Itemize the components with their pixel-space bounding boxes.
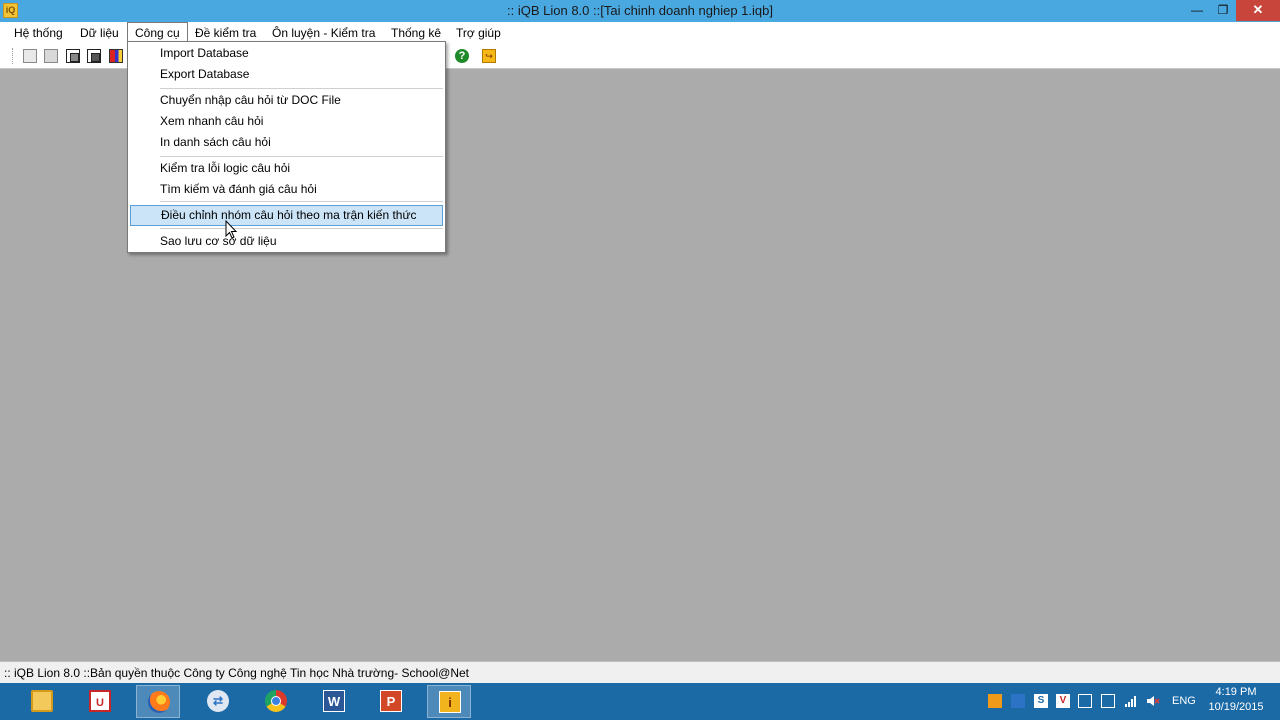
tools-icon[interactable] [109, 49, 123, 63]
status-text: :: iQB Lion 8.0 ::Bản quyền thuộc Công t… [4, 666, 470, 680]
teamviewer-icon: ⇄ [207, 690, 229, 712]
copy-icon[interactable] [66, 49, 80, 63]
close-button[interactable]: ✕ [1236, 0, 1280, 21]
title-bar[interactable]: iQ :: iQB Lion 8.0 ::[Tai chinh doanh ng… [0, 0, 1280, 22]
firefox-icon [148, 691, 170, 713]
taskbar-app-word[interactable]: W [312, 685, 356, 718]
menu-he-thong[interactable]: Hệ thống [7, 22, 70, 44]
clock-time: 4:19 PM [1215, 686, 1257, 698]
menu-separator [160, 228, 443, 230]
taskbar-app-chrome[interactable] [254, 685, 298, 718]
tray-app-icon[interactable] [988, 694, 1002, 708]
taskbar-app-file-explorer[interactable] [20, 685, 64, 718]
menu-item-adjust-question-groups[interactable]: Điều chỉnh nhóm câu hỏi theo ma trận kiế… [130, 205, 443, 226]
mouse-cursor-icon [225, 220, 238, 239]
help-icon[interactable]: ? [455, 49, 469, 63]
restore-button[interactable]: ❐ [1210, 0, 1236, 21]
window-title: :: iQB Lion 8.0 ::[Tai chinh doanh nghie… [507, 3, 773, 18]
volume-muted-icon[interactable] [1146, 694, 1160, 708]
menu-item-quick-view-questions[interactable]: Xem nhanh câu hỏi [130, 111, 443, 132]
tray-network-adapter-icon[interactable] [1101, 694, 1115, 708]
word-icon: W [323, 690, 345, 712]
menu-separator [160, 201, 443, 203]
taskbar-app-firefox[interactable] [136, 685, 180, 718]
clock-date: 10/19/2015 [1208, 701, 1264, 713]
menu-item-search-evaluate-questions[interactable]: Tìm kiếm và đánh giá câu hỏi [130, 179, 443, 200]
chrome-icon [265, 690, 287, 712]
taskbar-app-teamviewer[interactable]: ⇄ [196, 685, 240, 718]
language-indicator[interactable]: ENG [1172, 683, 1196, 720]
paste-icon[interactable] [87, 49, 101, 63]
tray-usb-icon[interactable] [1078, 694, 1092, 708]
menu-item-import-database[interactable]: Import Database [130, 43, 443, 64]
tools-dropdown-menu: Import Database Export Database Chuyển n… [127, 41, 446, 253]
tray-shield-icon[interactable] [1011, 694, 1025, 708]
taskbar: U ⇄ W P i S V ENG 4:19 PM 10/19/2015 [0, 683, 1280, 720]
toolbar-grip[interactable] [12, 48, 15, 64]
clock[interactable]: 4:19 PM 10/19/2015 [1198, 685, 1274, 715]
powerpoint-icon: P [380, 690, 402, 712]
menu-item-export-database[interactable]: Export Database [130, 64, 443, 85]
new-document-icon[interactable] [23, 49, 37, 63]
taskbar-app-iqb-lion[interactable]: i [427, 685, 471, 718]
tray-unikey-icon[interactable]: V [1056, 694, 1070, 708]
exit-icon[interactable]: ↪ [482, 49, 496, 63]
menu-du-lieu[interactable]: Dữ liệu [73, 22, 126, 44]
folder-icon [31, 690, 53, 712]
tray-skype-icon[interactable]: S [1034, 694, 1048, 708]
menu-item-import-doc-file[interactable]: Chuyển nhập câu hỏi từ DOC File [130, 90, 443, 111]
status-bar: :: iQB Lion 8.0 ::Bản quyền thuộc Công t… [0, 661, 1280, 683]
wifi-signal-icon[interactable] [1124, 694, 1138, 708]
taskbar-app-powerpoint[interactable]: P [369, 685, 413, 718]
open-document-icon[interactable] [44, 49, 58, 63]
taskbar-app-unikey[interactable]: U [78, 685, 122, 718]
iqb-lion-icon: i [439, 691, 461, 713]
menu-item-backup-database[interactable]: Sao lưu cơ sở dữ liệu [130, 231, 443, 252]
menu-tro-giup[interactable]: Trợ giúp [449, 22, 508, 44]
minimize-button[interactable]: — [1184, 0, 1210, 21]
unikey-icon: U [89, 690, 111, 712]
menu-item-print-question-list[interactable]: In danh sách câu hỏi [130, 132, 443, 153]
menu-item-check-logic-errors[interactable]: Kiểm tra lỗi logic câu hỏi [130, 158, 443, 179]
